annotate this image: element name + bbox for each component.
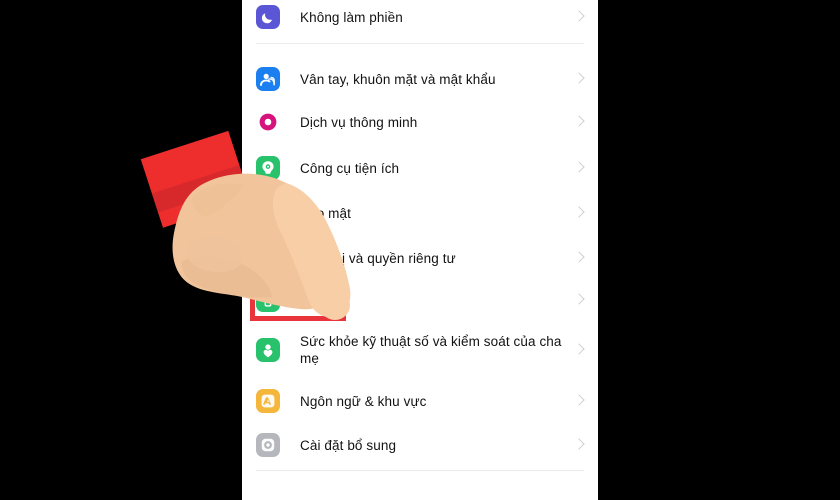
chevron-right-icon <box>572 437 588 453</box>
additional-settings-icon <box>256 433 280 457</box>
settings-row-label: Bảo mật <box>300 205 351 221</box>
chevron-right-icon <box>572 114 588 130</box>
settings-list: Không làm phiền Vân tay, khuôn mặt và mật… <box>242 0 598 500</box>
chevron-right-icon <box>572 71 588 87</box>
settings-row-label: Ngôn ngữ & khu vực <box>300 393 427 409</box>
utility-tools-icon <box>256 156 280 180</box>
chevron-right-icon <box>572 292 588 308</box>
settings-row[interactable]: Dịch vụ thông minh <box>242 105 598 139</box>
digital-wellbeing-icon <box>256 338 280 362</box>
smart-services-icon <box>256 110 280 134</box>
settings-row-label: Không làm phiền <box>300 9 403 25</box>
settings-row-label: Cài đặt bổ sung <box>300 437 397 453</box>
pin-row-highlight <box>250 271 346 321</box>
screenshot-canvas: Không làm phiền Vân tay, khuôn mặt và mật… <box>0 0 840 500</box>
settings-row-label: Thiết bị và quyền riêng tư <box>300 250 456 266</box>
settings-row-label: Dịch vụ thông minh <box>300 114 418 130</box>
security-shield-icon <box>256 201 280 225</box>
settings-row[interactable]: Cài đặt bổ sung <box>242 428 598 462</box>
chevron-right-icon <box>572 250 588 266</box>
list-divider <box>256 470 584 471</box>
settings-row-label: Sức khỏe kỹ thuật số và kiểm soát của ch… <box>300 334 562 366</box>
settings-row[interactable]: Ngôn ngữ & khu vực <box>242 384 598 418</box>
chevron-right-icon <box>572 160 588 176</box>
chevron-right-icon <box>572 205 588 221</box>
settings-row[interactable]: Thiết bị và quyền riêng tư <box>242 241 598 275</box>
device-privacy-icon <box>256 246 280 270</box>
phone-screen: Không làm phiền Vân tay, khuôn mặt và mật… <box>242 0 598 500</box>
list-divider <box>256 43 584 44</box>
settings-row-label: Vân tay, khuôn mặt và mật khẩu <box>300 71 496 87</box>
settings-row[interactable]: Sức khỏe kỹ thuật số và kiểm soát của ch… <box>242 330 598 370</box>
language-region-icon <box>256 389 280 413</box>
chevron-right-icon <box>572 393 588 409</box>
settings-row[interactable]: Bảo mật <box>242 196 598 230</box>
settings-row[interactable]: Công cụ tiện ích <box>242 151 598 185</box>
letterbox-left <box>0 0 242 500</box>
settings-row-label: Công cụ tiện ích <box>300 160 400 176</box>
chevron-right-icon <box>572 9 588 25</box>
settings-row[interactable]: Không làm phiền <box>242 0 598 34</box>
chevron-right-icon <box>572 342 588 358</box>
moon-icon <box>256 5 280 29</box>
settings-row[interactable]: Vân tay, khuôn mặt và mật khẩu <box>242 62 598 96</box>
fingerprint-face-icon <box>256 67 280 91</box>
letterbox-right <box>598 0 840 500</box>
